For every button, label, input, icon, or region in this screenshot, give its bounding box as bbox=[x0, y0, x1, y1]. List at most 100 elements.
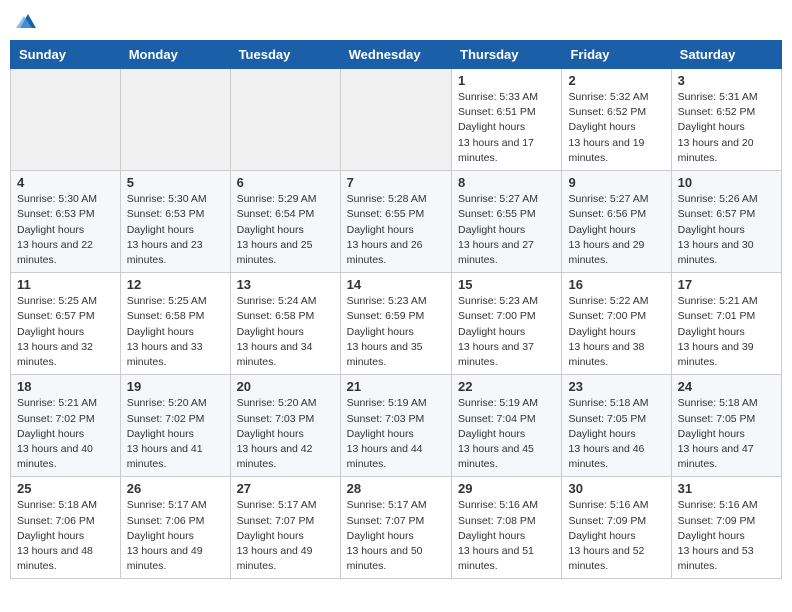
calendar-week-row: 1 Sunrise: 5:33 AMSunset: 6:51 PMDaylight… bbox=[11, 69, 782, 171]
day-info: Sunrise: 5:23 AMSunset: 6:59 PMDaylight … bbox=[347, 294, 445, 370]
calendar-cell: 13 Sunrise: 5:24 AMSunset: 6:58 PMDayligh… bbox=[230, 273, 340, 375]
day-number: 9 bbox=[568, 175, 664, 190]
day-number: 22 bbox=[458, 379, 555, 394]
day-info: Sunrise: 5:18 AMSunset: 7:06 PMDaylight … bbox=[17, 498, 114, 574]
calendar-cell: 19 Sunrise: 5:20 AMSunset: 7:02 PMDayligh… bbox=[120, 375, 230, 477]
day-number: 17 bbox=[678, 277, 775, 292]
day-number: 10 bbox=[678, 175, 775, 190]
day-number: 21 bbox=[347, 379, 445, 394]
day-info: Sunrise: 5:25 AMSunset: 6:57 PMDaylight … bbox=[17, 294, 114, 370]
calendar-cell: 31Sunrise: 5:16 AMSunset: 7:09 PMDayligh… bbox=[671, 477, 781, 579]
calendar-cell: 28 Sunrise: 5:17 AMSunset: 7:07 PMDayligh… bbox=[340, 477, 451, 579]
day-header-tuesday: Tuesday bbox=[230, 41, 340, 69]
calendar-cell: 16 Sunrise: 5:22 AMSunset: 7:00 PMDayligh… bbox=[562, 273, 671, 375]
day-number: 26 bbox=[127, 481, 224, 496]
page-header bbox=[10, 10, 782, 32]
calendar-cell: 8 Sunrise: 5:27 AMSunset: 6:55 PMDaylight… bbox=[452, 171, 562, 273]
day-info: Sunrise: 5:32 AMSunset: 6:52 PMDaylight … bbox=[568, 90, 664, 166]
day-number: 16 bbox=[568, 277, 664, 292]
calendar-cell: 25 Sunrise: 5:18 AMSunset: 7:06 PMDayligh… bbox=[11, 477, 121, 579]
day-info: Sunrise: 5:16 AMSunset: 7:08 PMDaylight … bbox=[458, 498, 555, 574]
day-number: 25 bbox=[17, 481, 114, 496]
calendar-cell: 24 Sunrise: 5:18 AMSunset: 7:05 PMDayligh… bbox=[671, 375, 781, 477]
day-number: 6 bbox=[237, 175, 334, 190]
calendar-cell: 29Sunrise: 5:16 AMSunset: 7:08 PMDayligh… bbox=[452, 477, 562, 579]
calendar-cell: 22 Sunrise: 5:19 AMSunset: 7:04 PMDayligh… bbox=[452, 375, 562, 477]
day-number: 24 bbox=[678, 379, 775, 394]
day-info: Sunrise: 5:23 AMSunset: 7:00 PMDaylight … bbox=[458, 294, 555, 370]
calendar-cell: 3Sunrise: 5:31 AMSunset: 6:52 PMDaylight… bbox=[671, 69, 781, 171]
calendar-cell: 14Sunrise: 5:23 AMSunset: 6:59 PMDayligh… bbox=[340, 273, 451, 375]
day-info: Sunrise: 5:22 AMSunset: 7:00 PMDaylight … bbox=[568, 294, 664, 370]
day-info: Sunrise: 5:27 AMSunset: 6:56 PMDaylight … bbox=[568, 192, 664, 268]
calendar-cell: 27Sunrise: 5:17 AMSunset: 7:07 PMDayligh… bbox=[230, 477, 340, 579]
day-info: Sunrise: 5:30 AMSunset: 6:53 PMDaylight … bbox=[127, 192, 224, 268]
day-info: Sunrise: 5:21 AMSunset: 7:02 PMDaylight … bbox=[17, 396, 114, 472]
day-info: Sunrise: 5:20 AMSunset: 7:03 PMDaylight … bbox=[237, 396, 334, 472]
day-number: 4 bbox=[17, 175, 114, 190]
day-number: 18 bbox=[17, 379, 114, 394]
calendar-cell bbox=[11, 69, 121, 171]
calendar-cell: 7Sunrise: 5:28 AMSunset: 6:55 PMDaylight… bbox=[340, 171, 451, 273]
day-info: Sunrise: 5:21 AMSunset: 7:01 PMDaylight … bbox=[678, 294, 775, 370]
day-info: Sunrise: 5:24 AMSunset: 6:58 PMDaylight … bbox=[237, 294, 334, 370]
day-number: 8 bbox=[458, 175, 555, 190]
calendar-week-row: 18 Sunrise: 5:21 AMSunset: 7:02 PMDayligh… bbox=[11, 375, 782, 477]
day-info: Sunrise: 5:27 AMSunset: 6:55 PMDaylight … bbox=[458, 192, 555, 268]
day-info: Sunrise: 5:17 AMSunset: 7:07 PMDaylight … bbox=[347, 498, 445, 574]
calendar-cell: 5Sunrise: 5:30 AMSunset: 6:53 PMDaylight… bbox=[120, 171, 230, 273]
day-info: Sunrise: 5:17 AMSunset: 7:06 PMDaylight … bbox=[127, 498, 224, 574]
calendar-week-row: 4 Sunrise: 5:30 AMSunset: 6:53 PMDaylight… bbox=[11, 171, 782, 273]
day-number: 20 bbox=[237, 379, 334, 394]
day-info: Sunrise: 5:18 AMSunset: 7:05 PMDaylight … bbox=[568, 396, 664, 472]
day-info: Sunrise: 5:16 AMSunset: 7:09 PMDaylight … bbox=[568, 498, 664, 574]
calendar-week-row: 11 Sunrise: 5:25 AMSunset: 6:57 PMDayligh… bbox=[11, 273, 782, 375]
calendar-cell: 18 Sunrise: 5:21 AMSunset: 7:02 PMDayligh… bbox=[11, 375, 121, 477]
calendar-week-row: 25 Sunrise: 5:18 AMSunset: 7:06 PMDayligh… bbox=[11, 477, 782, 579]
calendar-cell: 10 Sunrise: 5:26 AMSunset: 6:57 PMDayligh… bbox=[671, 171, 781, 273]
calendar-cell: 30 Sunrise: 5:16 AMSunset: 7:09 PMDayligh… bbox=[562, 477, 671, 579]
calendar-cell: 1 Sunrise: 5:33 AMSunset: 6:51 PMDaylight… bbox=[452, 69, 562, 171]
day-number: 1 bbox=[458, 73, 555, 88]
day-header-thursday: Thursday bbox=[452, 41, 562, 69]
day-info: Sunrise: 5:25 AMSunset: 6:58 PMDaylight … bbox=[127, 294, 224, 370]
calendar-cell: 2 Sunrise: 5:32 AMSunset: 6:52 PMDaylight… bbox=[562, 69, 671, 171]
calendar-cell: 20 Sunrise: 5:20 AMSunset: 7:03 PMDayligh… bbox=[230, 375, 340, 477]
day-number: 28 bbox=[347, 481, 445, 496]
day-info: Sunrise: 5:19 AMSunset: 7:04 PMDaylight … bbox=[458, 396, 555, 472]
day-info: Sunrise: 5:16 AMSunset: 7:09 PMDaylight … bbox=[678, 498, 775, 574]
calendar-cell: 21 Sunrise: 5:19 AMSunset: 7:03 PMDayligh… bbox=[340, 375, 451, 477]
logo bbox=[14, 10, 38, 32]
day-info: Sunrise: 5:30 AMSunset: 6:53 PMDaylight … bbox=[17, 192, 114, 268]
calendar-cell: 12 Sunrise: 5:25 AMSunset: 6:58 PMDayligh… bbox=[120, 273, 230, 375]
calendar-cell bbox=[230, 69, 340, 171]
day-number: 2 bbox=[568, 73, 664, 88]
calendar-cell: 4 Sunrise: 5:30 AMSunset: 6:53 PMDaylight… bbox=[11, 171, 121, 273]
day-number: 13 bbox=[237, 277, 334, 292]
calendar-cell: 23 Sunrise: 5:18 AMSunset: 7:05 PMDayligh… bbox=[562, 375, 671, 477]
day-header-sunday: Sunday bbox=[11, 41, 121, 69]
day-number: 30 bbox=[568, 481, 664, 496]
day-info: Sunrise: 5:26 AMSunset: 6:57 PMDaylight … bbox=[678, 192, 775, 268]
day-number: 27 bbox=[237, 481, 334, 496]
day-number: 11 bbox=[17, 277, 114, 292]
logo-icon bbox=[16, 10, 38, 32]
day-header-friday: Friday bbox=[562, 41, 671, 69]
day-info: Sunrise: 5:18 AMSunset: 7:05 PMDaylight … bbox=[678, 396, 775, 472]
day-info: Sunrise: 5:29 AMSunset: 6:54 PMDaylight … bbox=[237, 192, 334, 268]
calendar-cell: 11 Sunrise: 5:25 AMSunset: 6:57 PMDayligh… bbox=[11, 273, 121, 375]
day-info: Sunrise: 5:20 AMSunset: 7:02 PMDaylight … bbox=[127, 396, 224, 472]
day-number: 12 bbox=[127, 277, 224, 292]
day-header-monday: Monday bbox=[120, 41, 230, 69]
calendar-cell: 9 Sunrise: 5:27 AMSunset: 6:56 PMDaylight… bbox=[562, 171, 671, 273]
day-info: Sunrise: 5:33 AMSunset: 6:51 PMDaylight … bbox=[458, 90, 555, 166]
calendar-table: SundayMondayTuesdayWednesdayThursdayFrid… bbox=[10, 40, 782, 579]
calendar-cell: 15Sunrise: 5:23 AMSunset: 7:00 PMDayligh… bbox=[452, 273, 562, 375]
day-info: Sunrise: 5:19 AMSunset: 7:03 PMDaylight … bbox=[347, 396, 445, 472]
calendar-cell bbox=[120, 69, 230, 171]
day-number: 19 bbox=[127, 379, 224, 394]
day-number: 3 bbox=[678, 73, 775, 88]
calendar-cell: 26 Sunrise: 5:17 AMSunset: 7:06 PMDayligh… bbox=[120, 477, 230, 579]
day-header-saturday: Saturday bbox=[671, 41, 781, 69]
day-number: 23 bbox=[568, 379, 664, 394]
